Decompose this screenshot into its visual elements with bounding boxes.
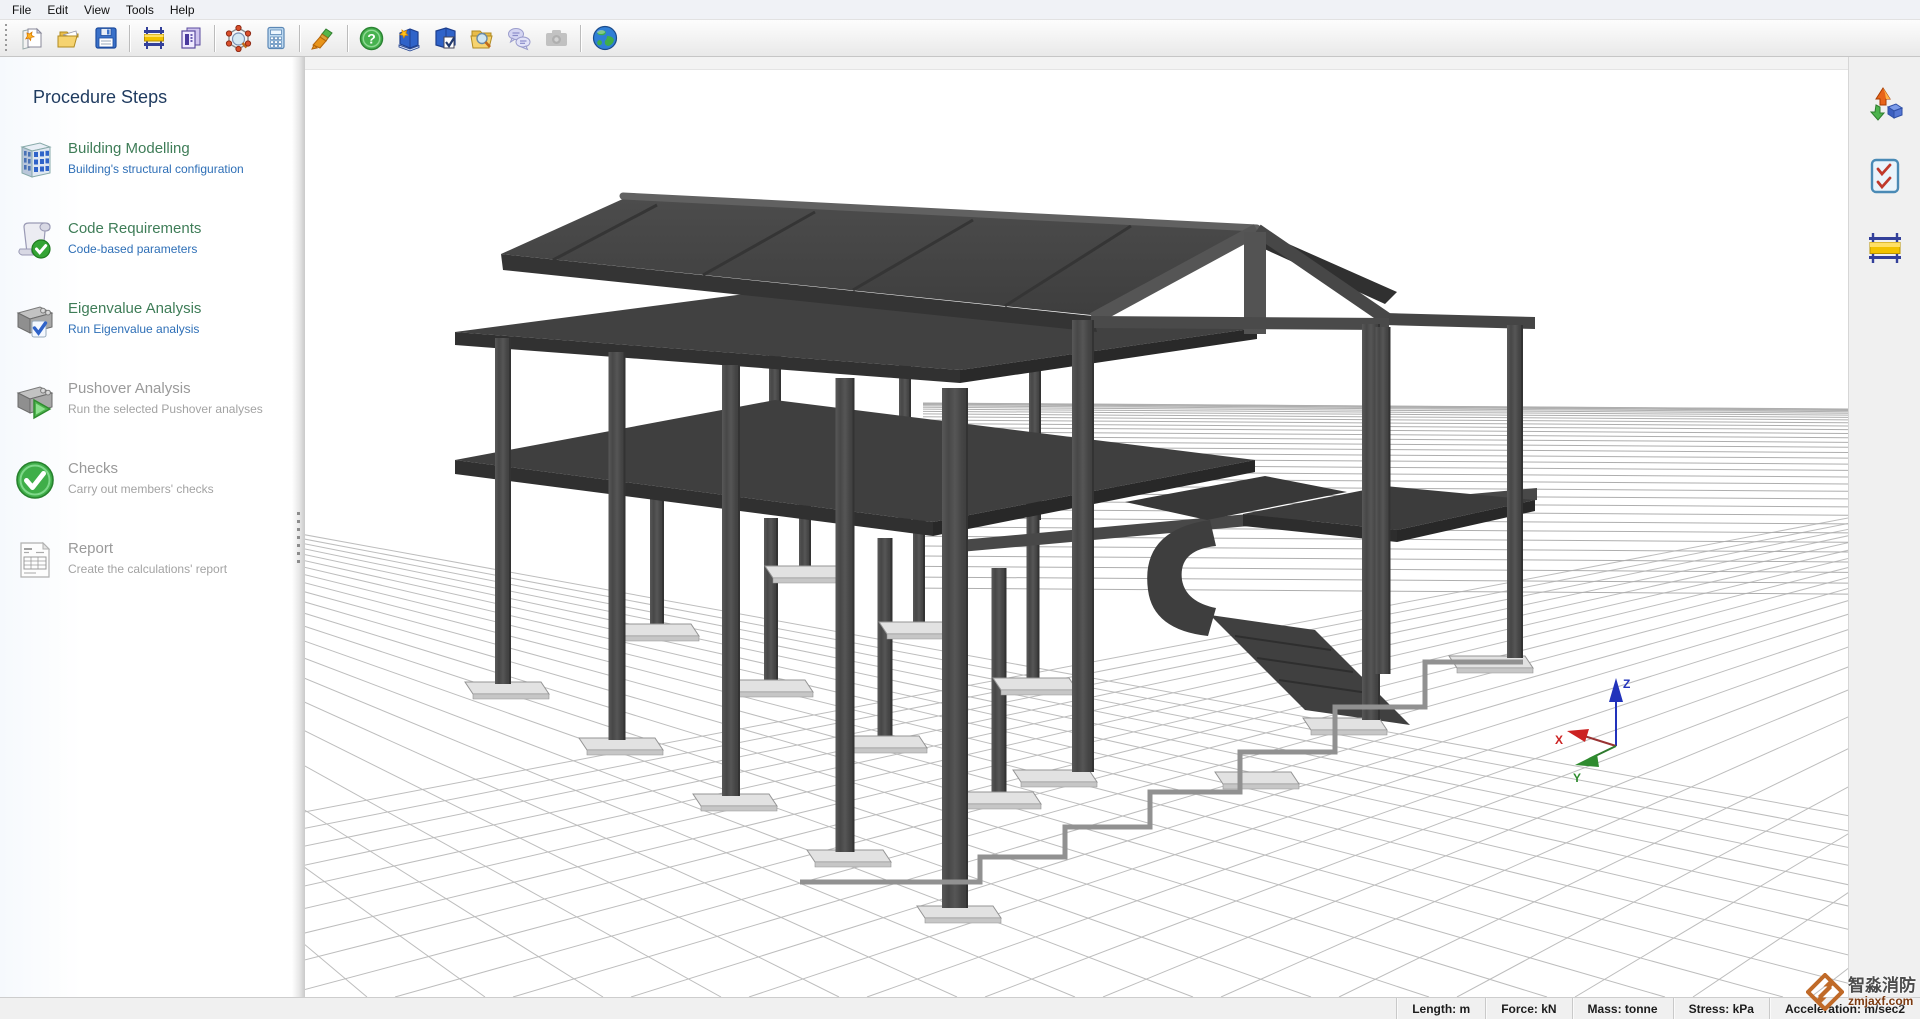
- help-icon: ?: [358, 25, 385, 52]
- step-title: Checks: [68, 460, 214, 477]
- search-button[interactable]: [464, 23, 501, 54]
- menu-file[interactable]: File: [4, 1, 39, 19]
- save-button[interactable]: [87, 23, 124, 54]
- panel-title: Procedure Steps: [33, 87, 292, 108]
- main-content: Procedure Steps Building Modelling: [0, 57, 1920, 997]
- step-title: Code Requirements: [68, 220, 201, 237]
- open-file-button[interactable]: [50, 23, 87, 54]
- axis-x-label: X: [1555, 733, 1563, 747]
- step-subtitle: Run Eigenvalue analysis: [68, 322, 201, 336]
- checks-icon: [14, 459, 56, 501]
- help-button[interactable]: ?: [353, 23, 390, 54]
- status-acceleration-units: Acceleration: m/sec2: [1769, 998, 1920, 1019]
- status-force-units: Force: kN: [1485, 998, 1571, 1019]
- step-title: Report: [68, 540, 227, 557]
- step-title: Building Modelling: [68, 140, 244, 157]
- member-section-button[interactable]: [1864, 227, 1906, 269]
- tutorial-button[interactable]: [390, 23, 427, 54]
- viewport-header-strip: [305, 57, 1848, 70]
- calculator-button[interactable]: [257, 23, 294, 54]
- slab-level1: [455, 400, 1255, 536]
- viewport-3d[interactable]: Z X Y: [305, 57, 1848, 997]
- axis-y-label: Y: [1573, 771, 1581, 785]
- step-subtitle: Run the selected Pushover analyses: [68, 402, 263, 416]
- axis-z-label: Z: [1623, 677, 1630, 691]
- step-building-modelling[interactable]: Building Modelling Building's structural…: [0, 130, 292, 190]
- step-checks[interactable]: Checks Carry out members' checks: [0, 450, 292, 510]
- panel-splitter[interactable]: [292, 57, 305, 997]
- repaint-button[interactable]: [305, 23, 342, 54]
- toolbar-grip[interactable]: [3, 24, 9, 52]
- step-pushover-analysis[interactable]: Pushover Analysis Run the selected Pusho…: [0, 370, 292, 430]
- save-icon: [93, 25, 119, 51]
- new-file-button[interactable]: [13, 23, 50, 54]
- book-star-icon: [395, 25, 422, 52]
- menu-bar: File Edit View Tools Help: [0, 0, 1920, 20]
- analysis-run-icon: [14, 379, 56, 421]
- model-magnifier-icon: [225, 25, 252, 52]
- axes-cube-icon: [1866, 85, 1904, 123]
- frame-section-icon: [141, 25, 167, 51]
- checklist-icon: [1868, 157, 1902, 195]
- report-icon: [14, 539, 56, 581]
- main-toolbar: ?: [0, 20, 1920, 57]
- beam-section-icon: [1866, 231, 1904, 265]
- procedure-steps-panel: Procedure Steps Building Modelling: [0, 57, 292, 997]
- report-preview-button[interactable]: [172, 23, 209, 54]
- book-check-icon: [432, 25, 459, 52]
- toolbar-separator: [347, 25, 348, 52]
- step-title: Pushover Analysis: [68, 380, 263, 397]
- checklist-button[interactable]: [1864, 155, 1906, 197]
- step-subtitle: Code-based parameters: [68, 242, 201, 256]
- step-eigenvalue-analysis[interactable]: Eigenvalue Analysis Run Eigenvalue analy…: [0, 290, 292, 350]
- chat-bubbles-icon: [506, 25, 533, 52]
- menu-tools[interactable]: Tools: [118, 1, 162, 19]
- frame-section-button[interactable]: [135, 23, 172, 54]
- orientation-axes-button[interactable]: [1864, 83, 1906, 125]
- model-viewer-button[interactable]: [220, 23, 257, 54]
- scroll-check-icon: [14, 219, 56, 261]
- status-length-units: Length: m: [1396, 998, 1485, 1019]
- step-title: Eigenvalue Analysis: [68, 300, 201, 317]
- folder-search-icon: [469, 25, 496, 52]
- step-subtitle: Building's structural configuration: [68, 162, 244, 176]
- camera-icon: [543, 25, 570, 52]
- building-model-scene[interactable]: Z X Y: [305, 70, 1848, 997]
- calculator-icon: [263, 25, 289, 51]
- toolbar-separator: [214, 25, 215, 52]
- status-mass-units: Mass: tonne: [1572, 998, 1673, 1019]
- analysis-check-icon: [14, 299, 56, 341]
- examples-button[interactable]: [427, 23, 464, 54]
- menu-help[interactable]: Help: [162, 1, 203, 19]
- globe-icon: [591, 24, 619, 52]
- toolbar-separator: [129, 25, 130, 52]
- toolbar-separator: [299, 25, 300, 52]
- step-subtitle: Carry out members' checks: [68, 482, 214, 496]
- building-icon: [14, 139, 56, 181]
- open-folder-icon: [56, 25, 82, 51]
- menu-edit[interactable]: Edit: [39, 1, 76, 19]
- step-code-requirements[interactable]: Code Requirements Code-based parameters: [0, 210, 292, 270]
- document-frame-icon: [178, 25, 204, 51]
- toolbar-separator: [580, 25, 581, 52]
- status-stress-units: Stress: kPa: [1673, 998, 1769, 1019]
- paintbrush-icon: [310, 25, 337, 52]
- view-toolbar: [1848, 57, 1920, 997]
- step-subtitle: Create the calculations' report: [68, 562, 227, 576]
- new-file-icon: [19, 25, 45, 51]
- status-bar: Length: m Force: kN Mass: tonne Stress: …: [0, 997, 1920, 1019]
- svg-text:?: ?: [367, 30, 376, 46]
- splitter-grip[interactable]: [297, 512, 300, 564]
- feedback-button[interactable]: [501, 23, 538, 54]
- step-report[interactable]: Report Create the calculations' report: [0, 530, 292, 590]
- website-button[interactable]: [586, 23, 623, 54]
- snapshot-button[interactable]: [538, 23, 575, 54]
- menu-view[interactable]: View: [76, 1, 118, 19]
